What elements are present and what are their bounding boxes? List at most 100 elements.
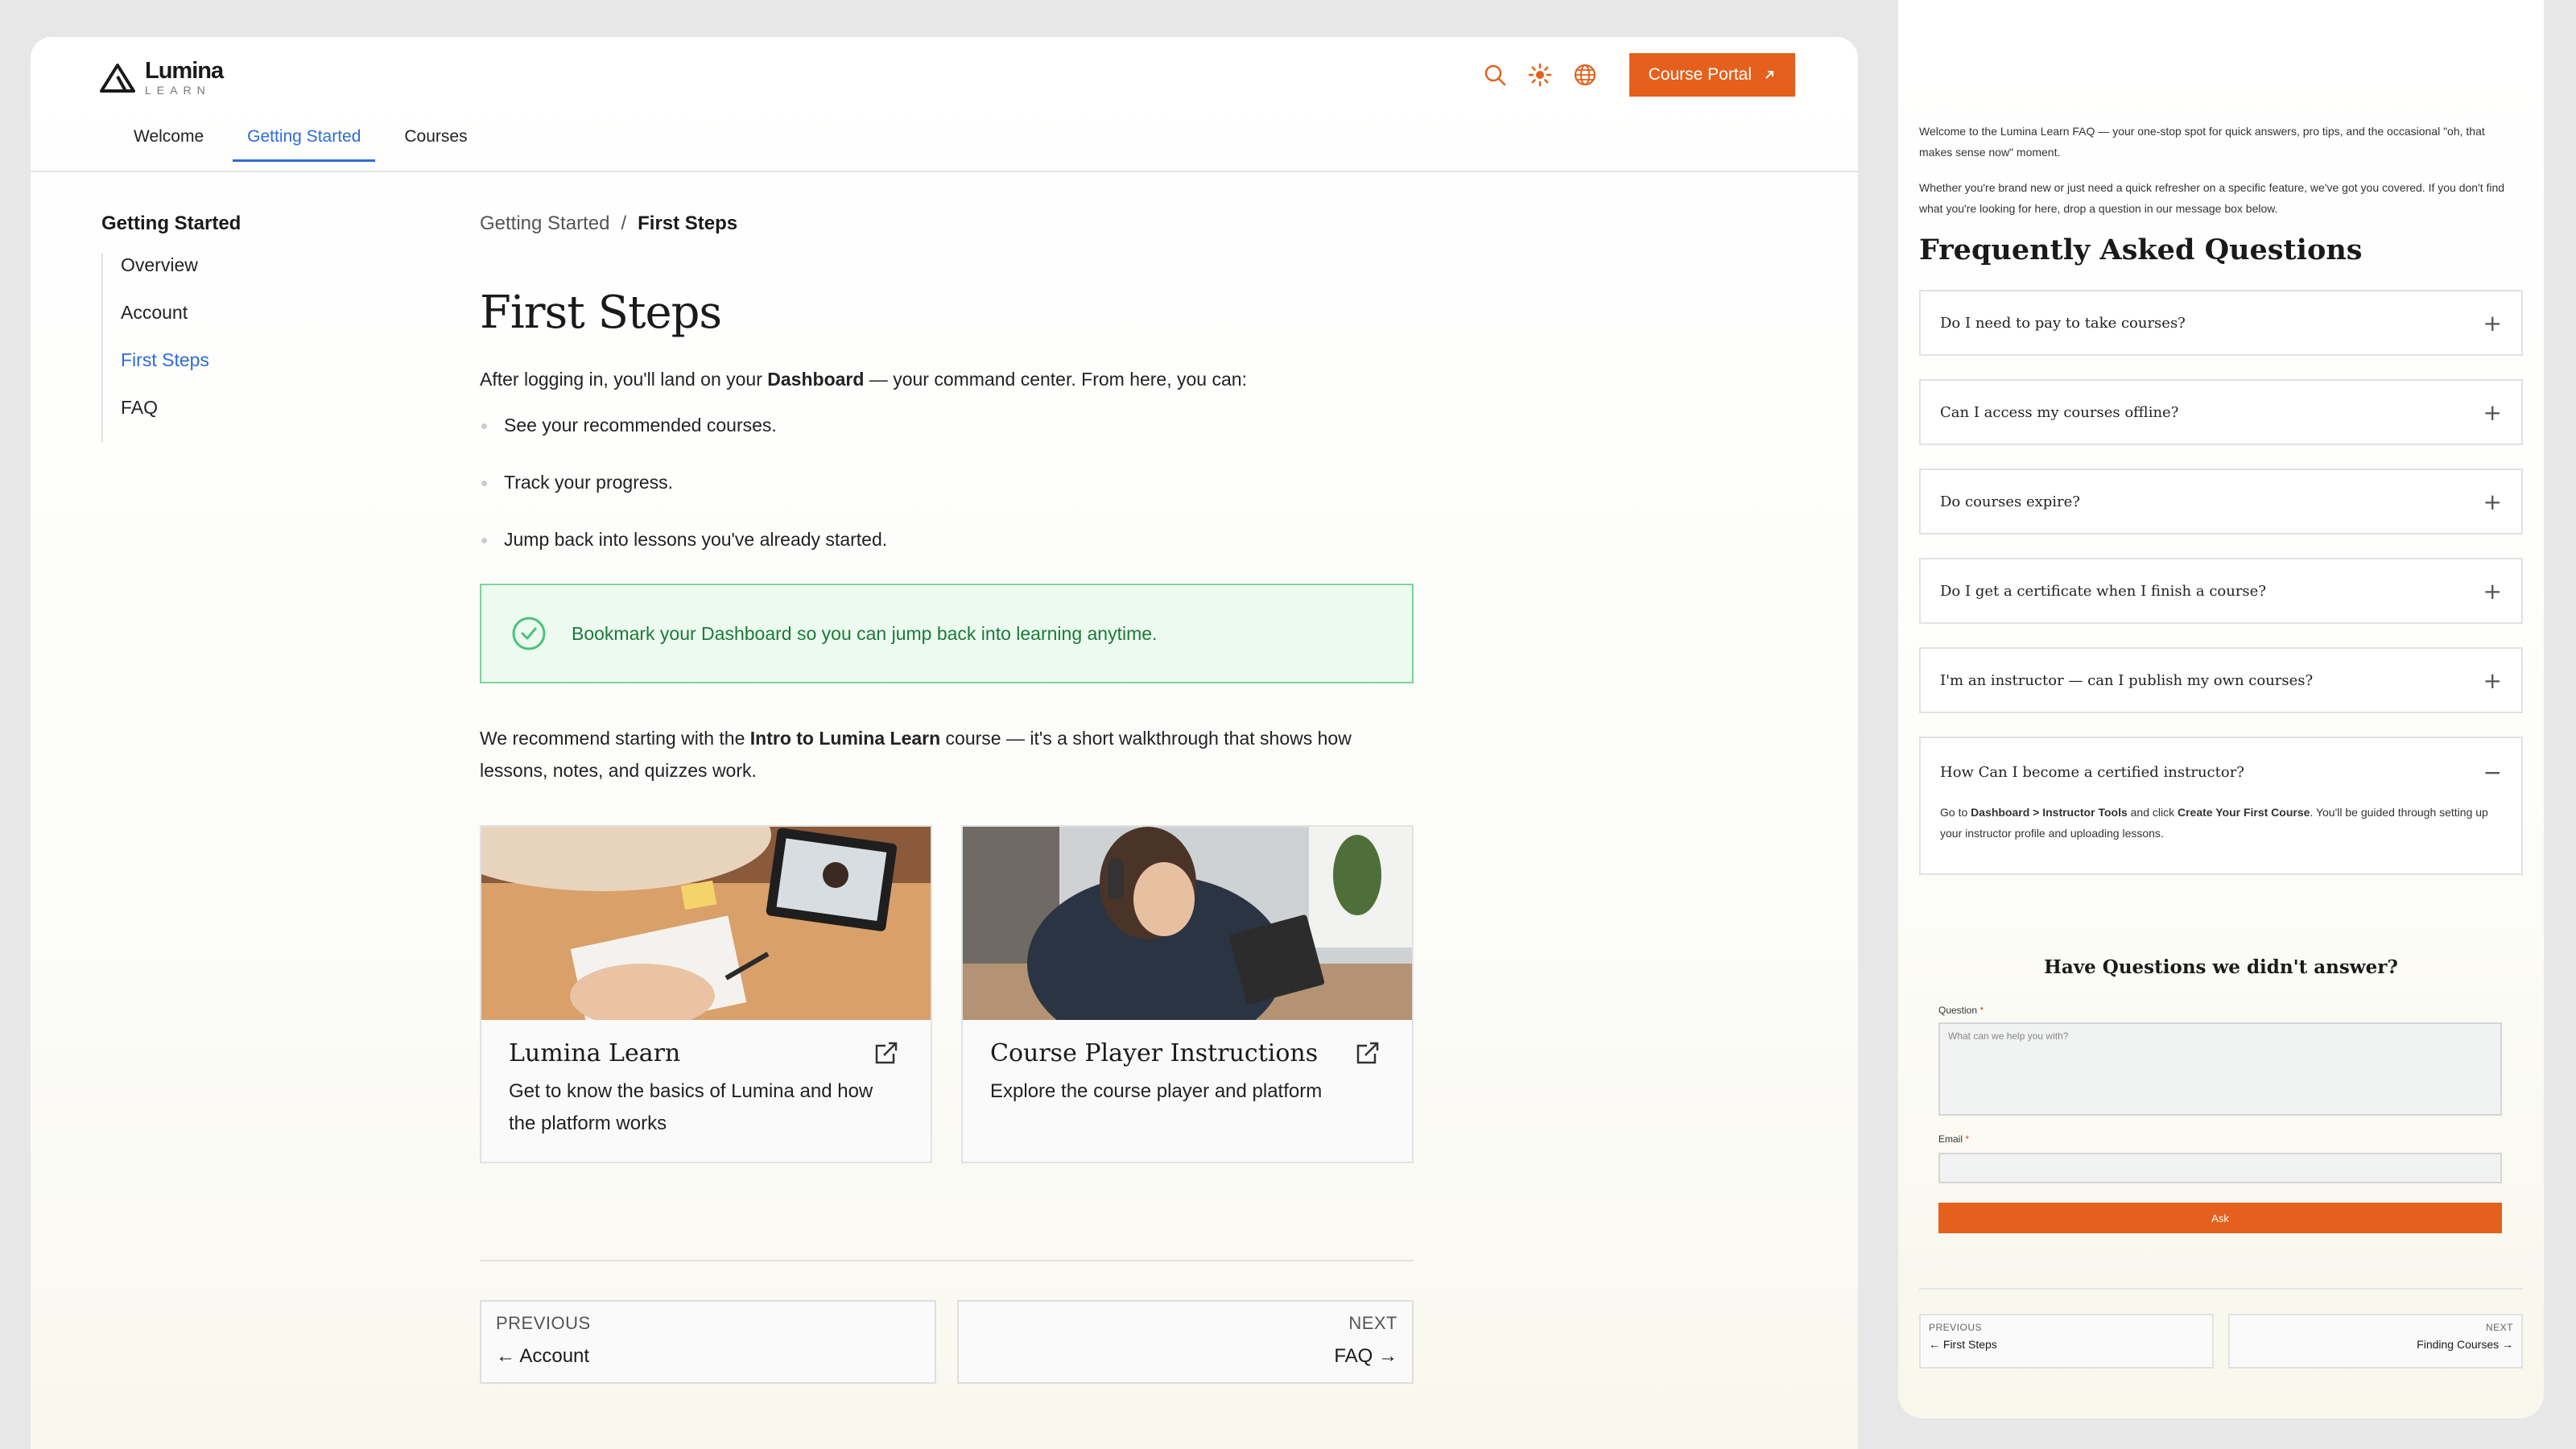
faq-item[interactable]: I'm an instructor — can I publish my own… — [1919, 647, 2523, 713]
external-link-icon[interactable] — [873, 1039, 900, 1071]
plus-icon[interactable]: + — [2483, 578, 2502, 605]
faq-question: Do I get a certificate when I finish a c… — [1940, 582, 2266, 600]
required-mark: * — [1979, 1005, 1984, 1016]
arrow-left-icon: ← — [496, 1345, 520, 1367]
faq-answer: Go to Dashboard > Instructor Tools and c… — [1940, 802, 2502, 844]
arrow-left-icon: ← — [1929, 1338, 1943, 1351]
sidebar-item-first-steps[interactable]: First Steps — [121, 348, 391, 395]
intro-dashboard: Dashboard — [767, 369, 865, 390]
rec-text-1: We recommend starting with the — [480, 728, 750, 749]
globe-icon[interactable] — [1571, 61, 1599, 89]
intro-text-2: — your command center. From here, you ca… — [864, 369, 1247, 390]
sidebar-title[interactable]: Getting Started — [101, 213, 391, 235]
faq-question: Can I access my courses offline? — [1940, 403, 2179, 421]
brand-sub: LEARN — [145, 84, 211, 97]
faq-question: I'm an instructor — can I publish my own… — [1940, 671, 2314, 689]
top-tabs: Welcome Getting Started Courses — [119, 127, 497, 162]
page-navigation: PREVIOUS ← Account NEXT FAQ → — [480, 1300, 1414, 1384]
next-page-button[interactable]: NEXT Finding Courses → — [2228, 1314, 2523, 1368]
breadcrumb-current: First Steps — [638, 213, 738, 234]
answer-text: and click — [2127, 806, 2178, 819]
previous-page-button[interactable]: PREVIOUS ← First Steps — [1919, 1314, 2214, 1368]
ask-button[interactable]: Ask — [1938, 1203, 2502, 1233]
question-label-text: Question — [1938, 1005, 1978, 1016]
sidebar: Getting Started Overview Account First S… — [101, 213, 391, 443]
recommend-paragraph: We recommend starting with the Intro to … — [480, 722, 1414, 786]
external-link-icon[interactable] — [1354, 1039, 1381, 1071]
divider — [1919, 1288, 2523, 1290]
tab-courses[interactable]: Courses — [390, 127, 481, 162]
card-image-laptop-study — [481, 827, 931, 1020]
tip-text: Bookmark your Dashboard so you can jump … — [572, 622, 1158, 644]
answer-action: Create Your First Course — [2178, 806, 2310, 819]
breadcrumb-separator: / — [621, 213, 627, 234]
card-description: Get to know the basics of Lumina and how… — [509, 1080, 873, 1134]
minus-icon[interactable]: − — [2483, 759, 2502, 786]
faq-item[interactable]: Do I need to pay to take courses? + — [1919, 290, 2523, 356]
top-bar: Lumina LEARN Course Portal Welcome Getti… — [31, 37, 1858, 172]
brand-logo[interactable]: Lumina LEARN — [98, 58, 224, 97]
intro-paragraph: After logging in, you'll land on your Da… — [480, 363, 1414, 395]
plus-icon[interactable]: + — [2483, 399, 2502, 426]
tab-getting-started[interactable]: Getting Started — [233, 127, 376, 162]
card-title: Course Player Instructions — [990, 1039, 1319, 1067]
faq-item-open[interactable]: How Can I become a certified instructor?… — [1919, 737, 2523, 875]
arrow-right-icon: → — [2499, 1338, 2513, 1351]
next-link: FAQ — [1334, 1345, 1373, 1367]
previous-label: PREVIOUS — [496, 1313, 591, 1333]
faq-item[interactable]: Can I access my courses offline? + — [1919, 379, 2523, 445]
sidebar-item-account[interactable]: Account — [121, 300, 391, 348]
question-label: Question * — [1938, 1005, 1984, 1016]
external-arrow-icon — [1765, 71, 1773, 79]
card-description: Explore the course player and platform — [990, 1080, 1323, 1102]
email-label: Email * — [1938, 1133, 1969, 1145]
answer-text: Go to — [1940, 806, 1971, 819]
previous-page-button[interactable]: PREVIOUS ← Account — [480, 1300, 936, 1384]
next-link: Finding Courses — [2417, 1338, 2500, 1351]
brand-name: Lumina — [145, 58, 224, 84]
faq-list: Do I need to pay to take courses? + Can I… — [1919, 290, 2523, 898]
list-item: See your recommended courses. — [480, 413, 1414, 470]
faq-item[interactable]: Do I get a certificate when I finish a c… — [1919, 558, 2523, 624]
question-form-title: Have Questions we didn't answer? — [2044, 956, 2398, 978]
divider — [480, 1260, 1414, 1261]
course-cards: Lumina Learn Get to know the basics of L… — [480, 825, 1414, 1163]
logo-icon — [100, 63, 135, 93]
faq-intro-2: Whether you're brand new or just need a … — [1919, 181, 2505, 215]
next-label: NEXT — [1348, 1313, 1397, 1333]
tab-welcome[interactable]: Welcome — [119, 127, 218, 162]
intro-text-1: After logging in, you'll land on your — [480, 369, 768, 390]
search-icon[interactable] — [1481, 61, 1509, 89]
card-title: Lumina Learn — [509, 1039, 681, 1067]
faq-question: Do I need to pay to take courses? — [1940, 314, 2186, 332]
email-field[interactable] — [1938, 1153, 2502, 1183]
plus-icon[interactable]: + — [2483, 489, 2502, 515]
email-label-text: Email — [1938, 1133, 1963, 1145]
required-mark: * — [1965, 1133, 1970, 1145]
sidebar-item-faq[interactable]: FAQ — [121, 395, 391, 443]
arrow-right-icon: → — [1373, 1345, 1397, 1367]
answer-path: Dashboard > Instructor Tools — [1971, 806, 2128, 819]
sidebar-item-overview[interactable]: Overview — [121, 253, 391, 300]
breadcrumb: Getting Started / First Steps — [480, 213, 1414, 235]
faq-intro-1: Welcome to the Lumina Learn FAQ — your o… — [1919, 125, 2485, 159]
previous-label: PREVIOUS — [1929, 1322, 1983, 1333]
course-card-player-instructions[interactable]: Course Player Instructions Explore the c… — [961, 825, 1414, 1163]
feature-list: See your recommended courses. Track your… — [480, 413, 1414, 584]
course-card-lumina-learn[interactable]: Lumina Learn Get to know the basics of L… — [480, 825, 932, 1163]
faq-title: Frequently Asked Questions — [1919, 233, 2363, 266]
faq-item[interactable]: Do courses expire? + — [1919, 469, 2523, 535]
plus-icon[interactable]: + — [2483, 310, 2502, 336]
card-image-headphones-study — [963, 827, 1412, 1020]
course-portal-button[interactable]: Course Portal — [1629, 53, 1795, 97]
faq-panel: Welcome to the Lumina Learn FAQ — your o… — [1898, 0, 2544, 1418]
course-portal-label: Course Portal — [1648, 65, 1752, 84]
breadcrumb-parent[interactable]: Getting Started — [480, 213, 609, 235]
plus-icon[interactable]: + — [2483, 667, 2502, 694]
faq-question: How Can I become a certified instructor? — [1940, 764, 2244, 781]
main-window: Lumina LEARN Course Portal Welcome Getti… — [31, 37, 1858, 1449]
sun-icon[interactable] — [1526, 61, 1554, 89]
question-input[interactable]: What can we help you with? — [1938, 1022, 2502, 1116]
next-page-button[interactable]: NEXT FAQ → — [957, 1300, 1414, 1384]
page-title: First Steps — [480, 287, 722, 339]
